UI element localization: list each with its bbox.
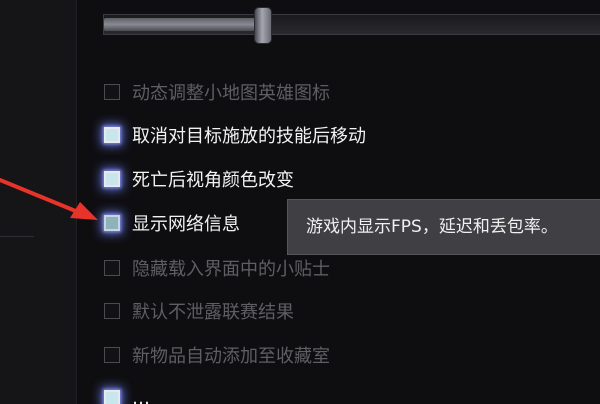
checkbox[interactable]: [104, 84, 120, 100]
option-label: 取消对目标施放的技能后移动: [132, 126, 366, 147]
checkbox[interactable]: [104, 260, 120, 276]
option-auto-add-to-collection[interactable]: 新物品自动添加至收藏室: [104, 343, 330, 367]
checkbox[interactable]: [104, 390, 120, 404]
screenshot-frame: 动态调整小地图英雄图标 取消对目标施放的技能后移动 死亡后视角颜色改变 显示网络…: [0, 0, 600, 404]
red-arrow-icon: [0, 178, 98, 220]
slider-fill: [104, 18, 264, 31]
tooltip: 游戏内显示FPS，延迟和丢包率。: [287, 199, 600, 255]
checkbox[interactable]: [104, 127, 120, 143]
option-cancel-move-after-cast[interactable]: 取消对目标施放的技能后移动: [104, 123, 366, 147]
checkbox[interactable]: [104, 347, 120, 363]
option-label: 动态调整小地图英雄图标: [132, 83, 330, 104]
option-label: 隐藏载入界面中的小贴士: [132, 259, 330, 280]
option-label: 新物品自动添加至收藏室: [132, 346, 330, 367]
slider-track[interactable]: [103, 14, 600, 35]
option-dynamic-minimap-icons[interactable]: 动态调整小地图英雄图标: [104, 80, 330, 104]
option-label: 显示网络信息: [132, 214, 240, 235]
option-partially-visible[interactable]: …: [104, 386, 150, 404]
option-death-color-change[interactable]: 死亡后视角颜色改变: [104, 167, 294, 191]
option-hide-league-results[interactable]: 默认不泄露联赛结果: [104, 299, 294, 323]
option-label: …: [132, 387, 150, 404]
slider-thumb[interactable]: [254, 7, 272, 44]
checkbox[interactable]: [104, 303, 120, 319]
option-label: 死亡后视角颜色改变: [132, 170, 294, 191]
option-show-network-info[interactable]: 显示网络信息: [104, 211, 240, 235]
option-hide-loading-tips[interactable]: 隐藏载入界面中的小贴士: [104, 256, 330, 280]
option-label: 默认不泄露联赛结果: [132, 302, 294, 323]
